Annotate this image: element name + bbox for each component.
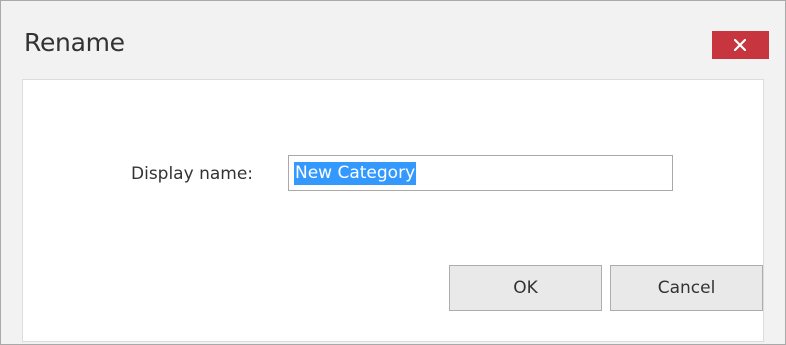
close-button[interactable]	[712, 31, 769, 59]
title-bar: Rename	[1, 1, 785, 79]
dialog-content: Display name: New Category OK Cancel	[22, 79, 764, 342]
display-name-input[interactable]: New Category	[288, 155, 673, 191]
close-icon	[734, 39, 746, 51]
cancel-button[interactable]: Cancel	[610, 265, 763, 311]
display-name-label: Display name:	[131, 164, 254, 184]
rename-dialog: Rename Display name: New Category OK Can…	[0, 0, 786, 345]
selected-text: New Category	[294, 162, 417, 185]
ok-button[interactable]: OK	[449, 265, 602, 311]
dialog-title: Rename	[24, 28, 125, 57]
